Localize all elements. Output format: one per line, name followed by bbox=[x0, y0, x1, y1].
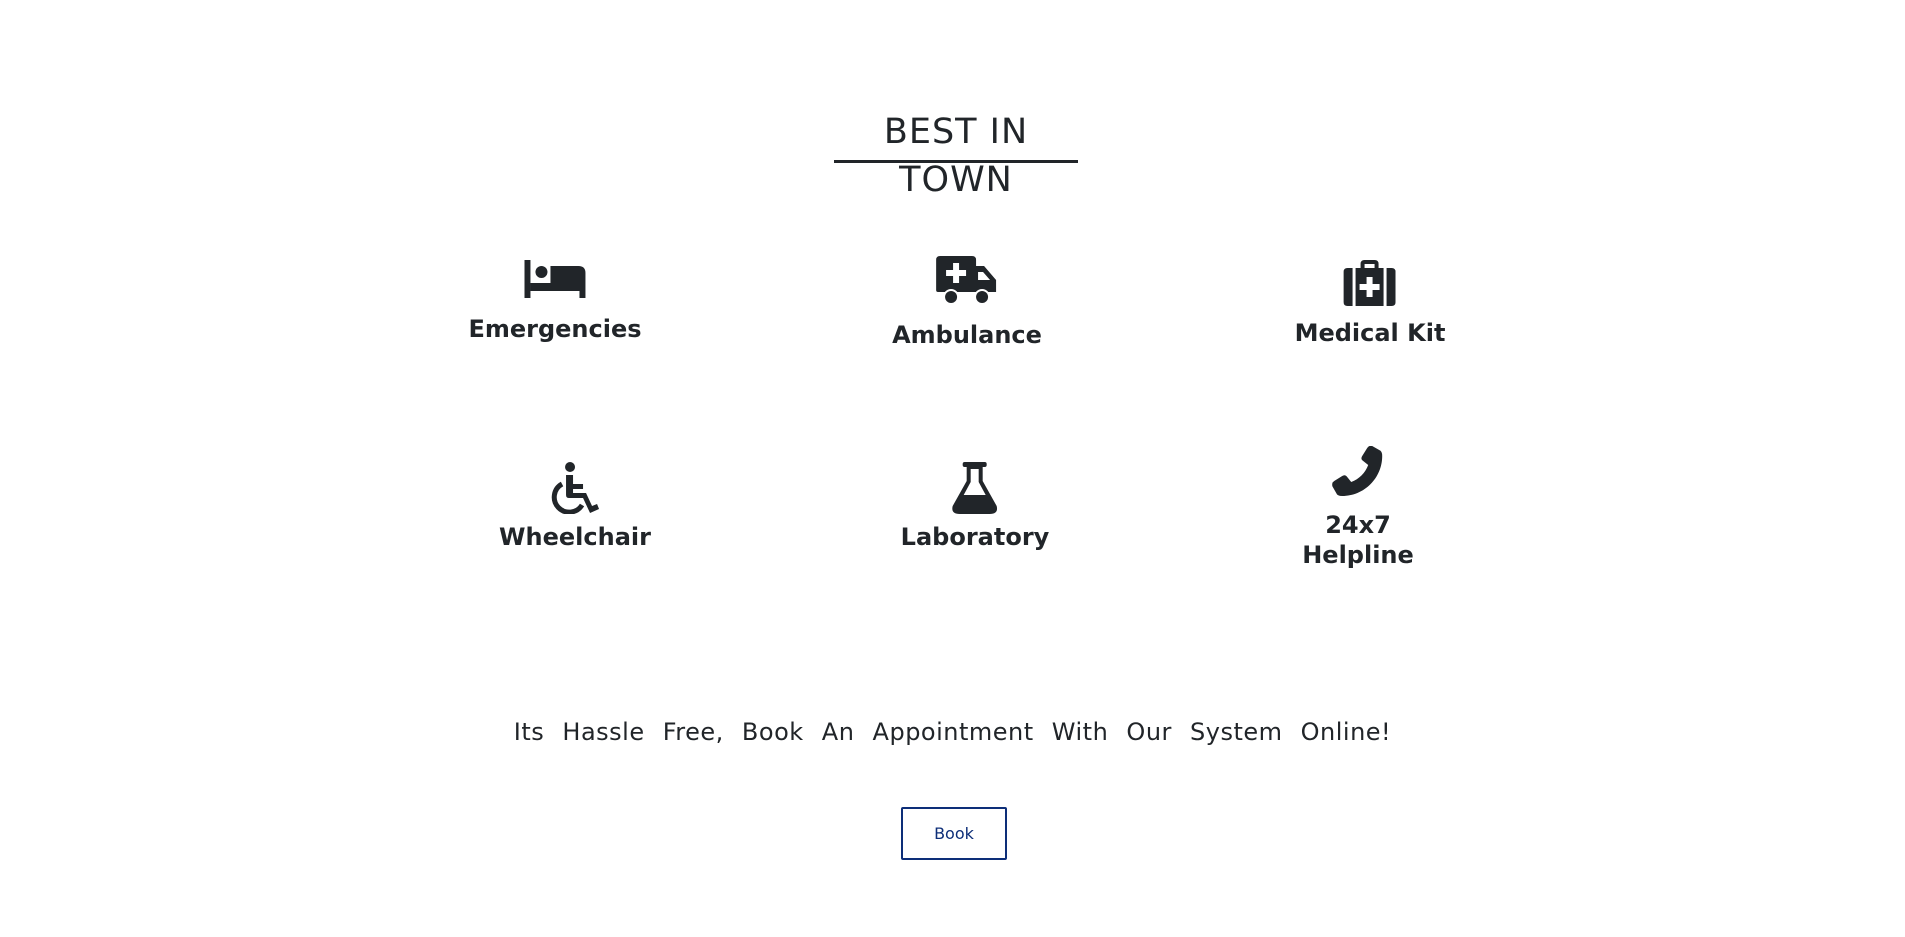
service-ambulance: Ambulance bbox=[892, 256, 1042, 350]
title-underline bbox=[834, 160, 1078, 163]
page: BEST IN TOWN Emergencies Ambulance Medic… bbox=[0, 0, 1905, 937]
service-label: Wheelchair bbox=[499, 523, 651, 551]
wheelchair-icon bbox=[551, 462, 599, 514]
service-emergencies: Emergencies bbox=[468, 258, 642, 344]
service-wheelchair: Wheelchair bbox=[499, 462, 651, 552]
service-label: Laboratory bbox=[900, 523, 1050, 551]
service-laboratory: Laboratory bbox=[900, 462, 1050, 552]
service-medical-kit: Medical Kit bbox=[1294, 260, 1446, 348]
service-label-line2: Helpline bbox=[1302, 541, 1414, 569]
flask-icon bbox=[952, 462, 998, 514]
service-helpline: 24x7 Helpline bbox=[1302, 446, 1414, 570]
service-label: Medical Kit bbox=[1294, 319, 1446, 347]
service-label-line1: 24x7 bbox=[1325, 511, 1391, 539]
appointment-tagline: Its Hassle Free, Book An Appointment Wit… bbox=[513, 718, 1392, 746]
section-title: BEST IN TOWN bbox=[883, 112, 1029, 200]
bed-icon bbox=[523, 260, 585, 298]
ambulance-icon bbox=[935, 256, 996, 305]
service-label: Emergencies bbox=[468, 315, 642, 343]
book-button[interactable]: Book bbox=[901, 807, 1007, 860]
service-label: Ambulance bbox=[892, 321, 1042, 349]
medical-kit-icon bbox=[1344, 260, 1396, 306]
phone-icon bbox=[1332, 446, 1382, 496]
